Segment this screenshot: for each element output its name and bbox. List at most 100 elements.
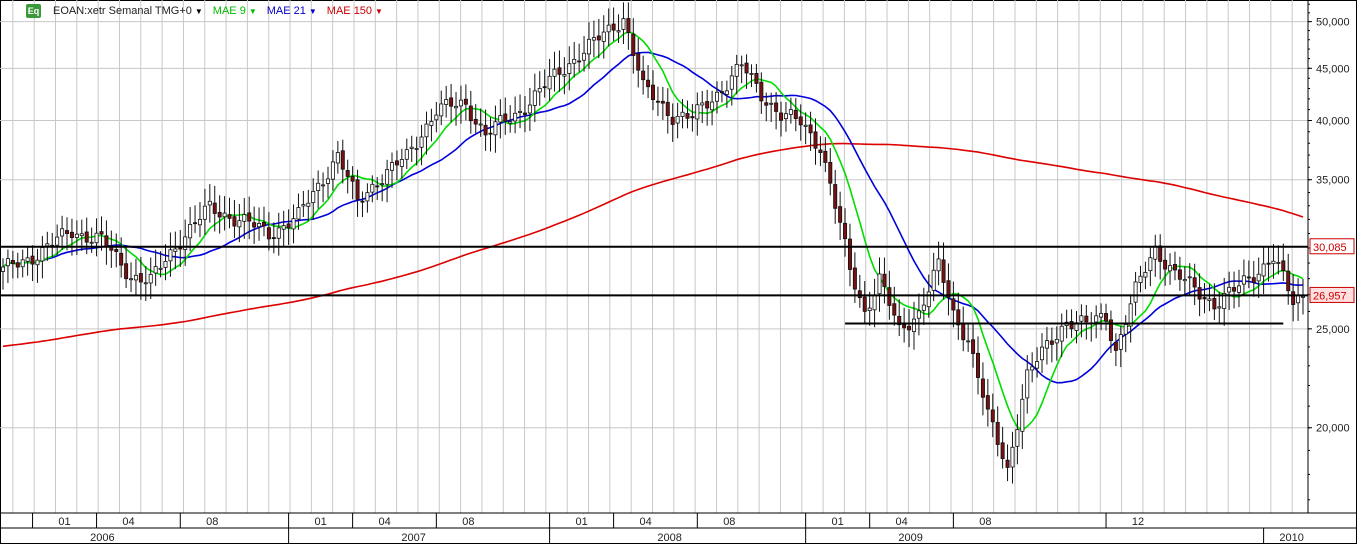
candle-body	[390, 162, 395, 171]
candle-body	[45, 243, 50, 247]
candle-body	[143, 282, 148, 285]
candle-body	[907, 325, 912, 331]
x-axis-month-label: 08	[979, 516, 991, 528]
equity-icon[interactable]: Eq	[26, 4, 41, 18]
candle-body	[971, 339, 976, 354]
candle-body	[65, 230, 70, 234]
legend-symbol[interactable]: EOAN:xetr Semanal TMG+0 ▼	[53, 5, 203, 17]
candle-body	[892, 303, 897, 316]
candle-body	[163, 261, 168, 268]
candle-body	[188, 224, 193, 239]
candle-body	[700, 102, 705, 106]
candle-body	[567, 63, 572, 74]
candle-body	[936, 258, 941, 272]
candle-body	[1010, 446, 1015, 468]
candle-body	[1104, 313, 1109, 322]
candle-body	[1163, 259, 1168, 270]
candle-body	[1025, 369, 1030, 399]
chart-legend: Eq EOAN:xetr Semanal TMG+0 ▼ MAE 9 ▼ MAE…	[26, 3, 383, 19]
price-label[interactable]: 30,085	[1309, 238, 1355, 255]
candle-body	[30, 255, 35, 265]
y-axis-tick-label: 50,000	[1316, 17, 1350, 29]
candle-body	[257, 222, 262, 228]
candle-body	[941, 259, 946, 283]
candle-body	[621, 18, 626, 30]
candle-body	[399, 159, 404, 167]
y-axis-tick-label: 35,000	[1316, 175, 1350, 187]
candle-body	[458, 99, 463, 107]
legend-ma9-label: MAE 9	[212, 5, 246, 17]
candle-body	[468, 105, 473, 122]
candle-body	[1246, 276, 1251, 279]
candle-body	[601, 31, 606, 42]
candle-body	[266, 227, 271, 240]
candle-body	[522, 112, 527, 115]
candle-body	[1158, 245, 1163, 262]
candle-body	[404, 149, 409, 160]
candle-body	[463, 98, 468, 105]
candle-body	[360, 200, 365, 203]
candle-body	[321, 184, 326, 187]
candle-body	[1030, 366, 1035, 371]
candle-body	[877, 273, 882, 295]
candle-body	[449, 97, 454, 107]
candle-body	[1054, 339, 1059, 344]
candle-body	[202, 205, 207, 220]
candle-body	[212, 202, 217, 214]
price-label[interactable]: 26,957	[1309, 286, 1355, 303]
y-axis-tick-label: 40,000	[1316, 116, 1350, 128]
candle-body	[537, 88, 542, 93]
candle-body	[1202, 297, 1207, 300]
candle-body	[1251, 277, 1256, 283]
candle-body	[695, 104, 700, 120]
candle-body	[276, 227, 281, 239]
candle-body	[498, 115, 503, 123]
candle-body	[828, 161, 833, 184]
candle-body	[419, 136, 424, 148]
dropdown-arrow-icon: ▼	[308, 6, 317, 16]
candle-body	[345, 170, 350, 177]
candle-body	[641, 70, 646, 81]
candle-body	[207, 200, 212, 206]
candle-body	[611, 23, 616, 31]
legend-ma21[interactable]: MAE 21 ▼	[267, 5, 317, 17]
candle-body	[74, 233, 79, 238]
candle-body	[966, 340, 971, 343]
candle-body	[705, 101, 710, 109]
candle-body	[15, 262, 20, 268]
candle-body	[616, 30, 621, 33]
candle-body	[646, 79, 651, 88]
candle-body	[148, 274, 153, 284]
candle-body	[25, 257, 30, 262]
price-chart[interactable]: 50,000 45,000 40,000 35,000 25,000 20,000 30,0…	[0, 0, 1357, 544]
candle-body	[769, 102, 774, 105]
x-axis-month-label: 12	[1132, 516, 1144, 528]
legend-ma150[interactable]: MAE 150 ▼	[327, 5, 383, 17]
candle-body	[478, 123, 483, 126]
candle-body	[729, 75, 734, 90]
candle-body	[665, 101, 670, 116]
candle-body	[995, 422, 1000, 445]
candle-body	[572, 58, 577, 64]
candle-body	[596, 35, 601, 41]
candle-body	[271, 237, 276, 239]
candle-body	[94, 232, 99, 244]
candle-body	[626, 18, 631, 34]
legend-symbol-label: EOAN:xetr Semanal TMG+0	[53, 5, 192, 17]
candle-body	[133, 274, 138, 281]
y-axis-tick-label: 25,000	[1316, 324, 1350, 336]
candle-body	[1172, 264, 1177, 271]
candle-body	[527, 104, 532, 114]
candle-body	[1094, 315, 1099, 323]
candle-body	[577, 60, 582, 63]
candle-body	[1015, 429, 1020, 447]
candle-body	[680, 111, 685, 117]
candle-body	[744, 62, 749, 74]
candle-body	[483, 124, 488, 136]
candle-body	[227, 214, 232, 219]
candle-body	[454, 105, 459, 109]
legend-ma9[interactable]: MAE 9 ▼	[213, 5, 257, 17]
candle-body	[902, 324, 907, 329]
candle-body	[370, 183, 375, 193]
candle-body	[764, 102, 769, 106]
